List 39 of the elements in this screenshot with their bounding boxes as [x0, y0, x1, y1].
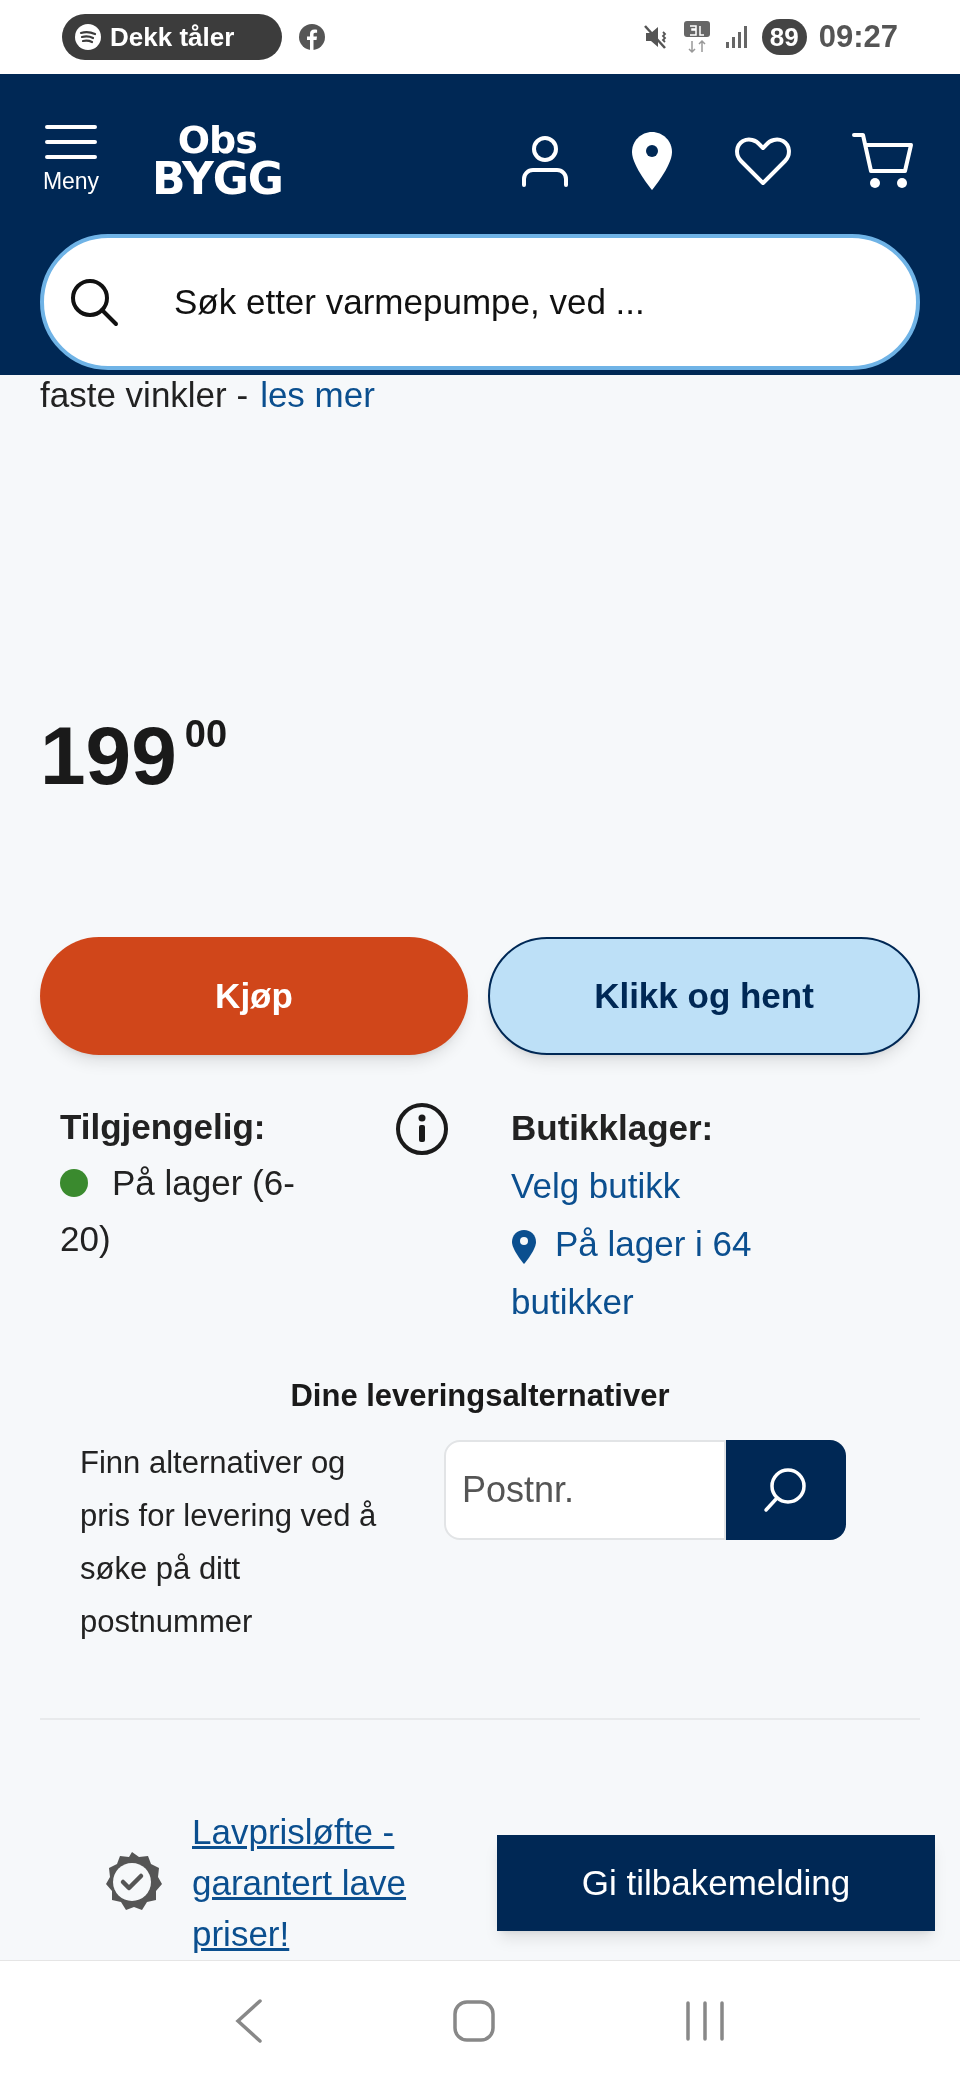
choose-store-link[interactable]: Velg butikk	[511, 1157, 811, 1215]
back-icon[interactable]	[234, 1998, 264, 2043]
store-stock-title: Butikklager:	[511, 1107, 715, 1149]
click-and-collect-button[interactable]: Klikk og hent	[488, 937, 920, 1055]
clock: 09:27	[818, 17, 898, 56]
description-text: faste vinkler -	[40, 375, 249, 415]
feedback-button[interactable]: Gi tilbakemelding	[497, 1835, 935, 1931]
heart-icon[interactable]	[734, 135, 792, 187]
price: 199	[40, 715, 177, 797]
search-icon	[68, 276, 120, 328]
menu-button[interactable]: Meny	[40, 123, 102, 199]
search-field[interactable]: Søk etter varmepumpe, ved ...	[40, 234, 920, 370]
signal-icon	[723, 24, 750, 50]
home-icon[interactable]	[452, 1998, 496, 2043]
delivery-title: Dine leveringsalternativer	[290, 1377, 670, 1415]
store-stock-link[interactable]: På lager i 64 butikker	[511, 1215, 811, 1331]
battery-level: 89	[761, 19, 807, 55]
social-icon	[298, 23, 326, 51]
cart-icon[interactable]	[852, 131, 914, 191]
delivery-description: Finn alternativer og pris for levering ved å søke på ditt postnummer	[80, 1443, 378, 1641]
availability-title: Tilgjengelig:	[60, 1106, 267, 1148]
account-icon[interactable]	[520, 135, 570, 187]
music-icon	[74, 23, 102, 51]
stock-status: På lager (6-	[112, 1162, 295, 1204]
menu-icon	[45, 123, 97, 160]
search-button[interactable]	[726, 1439, 846, 1540]
buy-button[interactable]: Kjøp	[40, 937, 468, 1055]
postcode-field[interactable]: Postnr.	[444, 1439, 726, 1540]
low-price-promise-link[interactable]: Lavprisløfte - garantert lave priser!	[192, 1805, 472, 1959]
stock-status-end: 20)	[60, 1218, 112, 1260]
media-chip[interactable]: Dekk tåler	[62, 14, 282, 60]
logo[interactable]: Obs BYGG	[152, 122, 283, 200]
location-pin-icon	[511, 1229, 537, 1265]
location-pin-icon[interactable]	[630, 130, 674, 192]
read-more-link[interactable]: les mer	[260, 375, 375, 415]
info-icon[interactable]	[394, 1101, 450, 1157]
media-title: Dekk tåler	[110, 20, 235, 54]
recent-apps-icon[interactable]	[684, 2000, 726, 2041]
price-cents: 00	[184, 715, 228, 753]
